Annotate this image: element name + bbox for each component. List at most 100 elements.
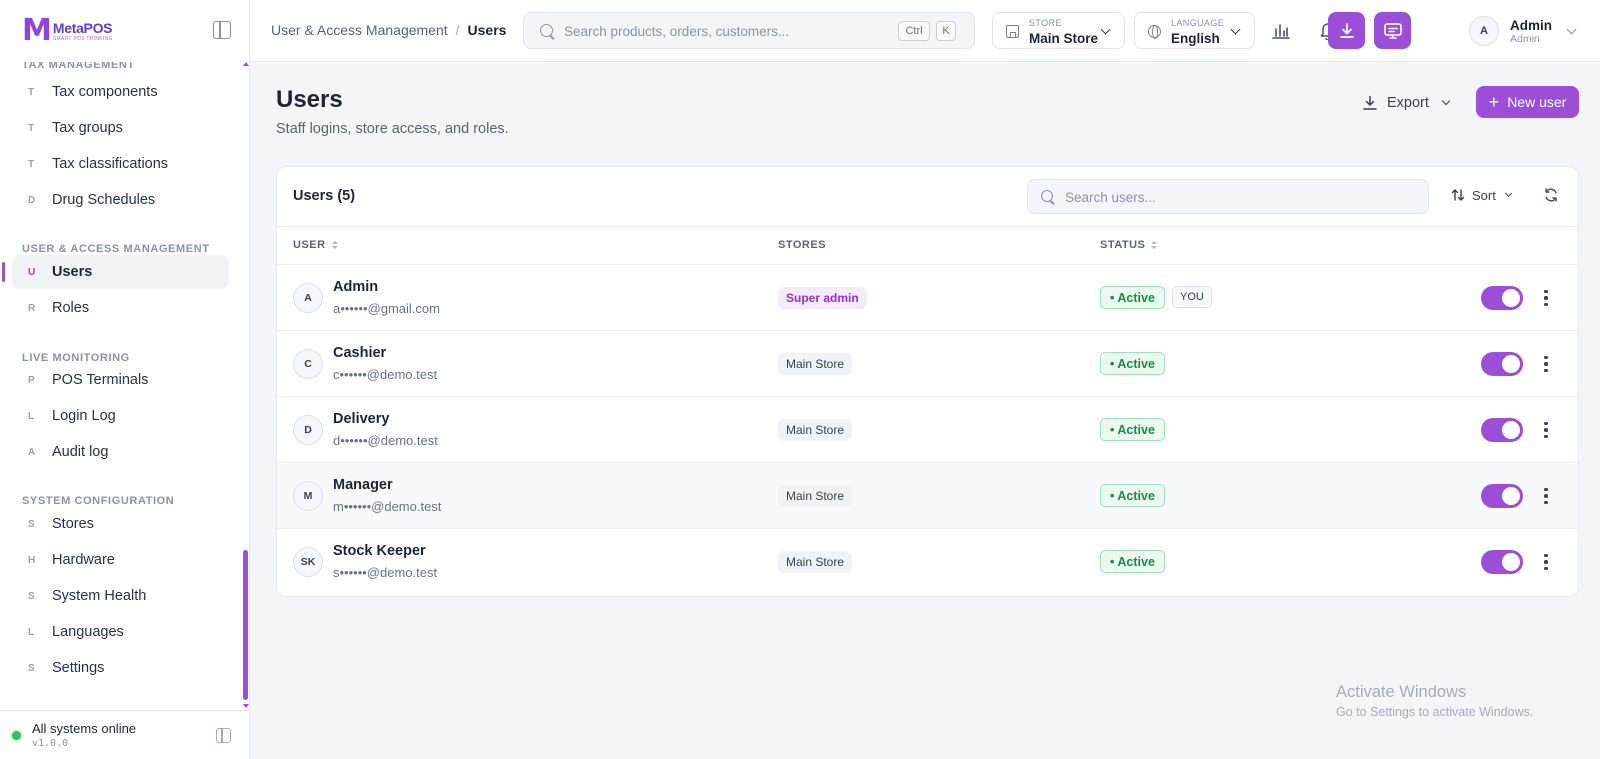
avatar: A bbox=[293, 283, 323, 313]
refresh-button[interactable] bbox=[1539, 183, 1563, 207]
chevron-down-icon bbox=[1100, 24, 1111, 35]
user-enabled-toggle[interactable] bbox=[1481, 418, 1523, 442]
footer-collapse-icon[interactable] bbox=[216, 728, 231, 743]
sort-icon bbox=[331, 241, 338, 249]
sidebar-item-label: Login Log bbox=[52, 408, 116, 424]
sidebar-item-label: System Health bbox=[52, 588, 147, 604]
watermark-title: Activate Windows bbox=[1336, 683, 1467, 701]
sidebar-item-roles[interactable]: R Roles bbox=[12, 291, 229, 325]
scroll-up-icon[interactable] bbox=[243, 62, 249, 66]
breadcrumb-separator: / bbox=[455, 22, 460, 38]
language-picker-value: English bbox=[1171, 31, 1220, 46]
store-badge: Main Store bbox=[778, 353, 853, 375]
table-row[interactable]: SK Stock Keeper s••••••@demo.test Main S… bbox=[277, 529, 1578, 595]
global-search-input[interactable] bbox=[564, 21, 884, 41]
chevron-down-icon bbox=[1230, 24, 1241, 35]
sidebar-item-stores[interactable]: S Stores bbox=[12, 507, 229, 541]
nav-letter-icon: T bbox=[28, 122, 35, 134]
sidebar-item-tax-classifications[interactable]: T Tax classifications bbox=[12, 147, 229, 181]
column-header-user[interactable]: USER bbox=[293, 239, 338, 251]
sidebar-item-system-health[interactable]: S System Health bbox=[12, 579, 229, 613]
sidebar-item-audit-log[interactable]: A Audit log bbox=[12, 435, 229, 469]
windows-activation-watermark: Activate Windows Go to Settings to activ… bbox=[1336, 683, 1533, 719]
section-tax-management: TAX MANAGEMENT bbox=[22, 62, 135, 71]
user-enabled-toggle[interactable] bbox=[1481, 352, 1523, 376]
section-system-configuration: SYSTEM CONFIGURATION bbox=[22, 495, 175, 507]
user-email: m••••••@demo.test bbox=[333, 499, 442, 514]
sidebar-item-pos-terminals[interactable]: P POS Terminals bbox=[12, 363, 229, 397]
sidebar-item-label: Audit log bbox=[52, 444, 109, 460]
analytics-button[interactable] bbox=[1262, 12, 1299, 49]
more-options-icon[interactable] bbox=[1539, 353, 1553, 375]
store-picker-caption: STORE bbox=[1029, 18, 1062, 28]
sidebar-item-users[interactable]: U Users bbox=[12, 255, 229, 289]
sidebar-item-settings[interactable]: S Settings bbox=[12, 651, 229, 685]
breadcrumb-parent[interactable]: User & Access Management bbox=[271, 22, 448, 38]
status-dot-icon bbox=[12, 730, 21, 740]
nav-letter-icon: R bbox=[28, 302, 36, 314]
more-options-icon[interactable] bbox=[1539, 551, 1553, 573]
logo-mark: M bbox=[22, 13, 52, 48]
status-badge: • Active bbox=[1100, 550, 1165, 573]
avatar: SK bbox=[293, 547, 323, 577]
user-role: Admin bbox=[1510, 32, 1540, 45]
sidebar-item-hardware[interactable]: H Hardware bbox=[12, 543, 229, 577]
sidebar-collapse-icon[interactable] bbox=[213, 21, 231, 39]
shortcut-k-key: K bbox=[936, 21, 956, 41]
status-badge: • Active bbox=[1100, 352, 1165, 375]
sidebar-scrollbar[interactable] bbox=[243, 62, 249, 710]
sidebar: M MetaPOS SMART POS THINKING TAX MANAGEM… bbox=[0, 0, 250, 759]
sidebar-item-label: Tax classifications bbox=[52, 156, 169, 172]
scrollbar-thumb[interactable] bbox=[243, 550, 248, 700]
sidebar-item-label: Users bbox=[52, 264, 93, 280]
user-name: Cashier bbox=[333, 345, 387, 361]
more-options-icon[interactable] bbox=[1539, 287, 1553, 309]
user-menu[interactable]: A Admin Admin bbox=[1469, 14, 1577, 48]
nav-letter-icon: T bbox=[28, 158, 35, 170]
top-header: User & Access Management / Users Ctrl K … bbox=[250, 0, 1600, 62]
more-options-icon[interactable] bbox=[1539, 485, 1553, 507]
table-row[interactable]: C Cashier c••••••@demo.test Main Store •… bbox=[277, 331, 1578, 397]
pos-terminal-button[interactable] bbox=[1374, 12, 1411, 49]
store-badge: Super admin bbox=[778, 287, 867, 309]
table-row[interactable]: A Admin a••••••@gmail.com Super admin • … bbox=[277, 265, 1578, 331]
user-search-input[interactable] bbox=[1065, 188, 1405, 206]
download-icon bbox=[1363, 95, 1377, 110]
nav-letter-icon: L bbox=[28, 410, 35, 422]
logo-tagline: SMART POS THINKING bbox=[52, 36, 113, 42]
table-row[interactable]: D Delivery d••••••@demo.test Main Store … bbox=[277, 397, 1578, 463]
search-icon bbox=[1041, 190, 1053, 202]
nav-letter-icon: U bbox=[28, 266, 36, 278]
status-badge: • Active bbox=[1100, 286, 1165, 309]
sidebar-item-login-log[interactable]: L Login Log bbox=[12, 399, 229, 433]
breadcrumb: User & Access Management / Users bbox=[271, 22, 506, 38]
user-enabled-toggle[interactable] bbox=[1481, 286, 1523, 310]
table-header: USER STORES STATUS bbox=[277, 226, 1578, 265]
sidebar-item-drug-schedules[interactable]: D Drug Schedules bbox=[12, 183, 229, 217]
sidebar-item-languages[interactable]: L Languages bbox=[12, 615, 229, 649]
system-status-text: All systems online bbox=[32, 721, 137, 736]
export-button[interactable]: Export bbox=[1362, 88, 1451, 118]
sort-icon bbox=[1151, 241, 1158, 249]
shortcut-ctrl-key: Ctrl bbox=[898, 21, 930, 41]
user-search[interactable] bbox=[1027, 179, 1429, 214]
table-row[interactable]: M Manager m••••••@demo.test Main Store •… bbox=[277, 463, 1578, 529]
new-user-button[interactable]: + New user bbox=[1476, 86, 1579, 118]
active-indicator bbox=[2, 262, 5, 282]
sort-button[interactable]: Sort bbox=[1451, 183, 1512, 207]
sidebar-item-tax-groups[interactable]: T Tax groups bbox=[12, 111, 229, 145]
global-search[interactable]: Ctrl K bbox=[523, 12, 975, 49]
avatar: A bbox=[1469, 16, 1499, 46]
user-enabled-toggle[interactable] bbox=[1481, 550, 1523, 574]
download-button[interactable] bbox=[1328, 12, 1365, 49]
download-icon bbox=[1339, 22, 1354, 38]
logo[interactable]: M MetaPOS SMART POS THINKING bbox=[0, 0, 249, 62]
scroll-down-icon[interactable] bbox=[243, 704, 249, 708]
column-header-status[interactable]: STATUS bbox=[1100, 239, 1158, 251]
sidebar-item-tax-components[interactable]: T Tax components bbox=[12, 75, 229, 109]
user-enabled-toggle[interactable] bbox=[1481, 484, 1523, 508]
language-picker[interactable]: LANGUAGE English bbox=[1134, 12, 1255, 49]
pos-monitor-icon bbox=[1383, 22, 1402, 39]
store-picker[interactable]: STORE Main Store bbox=[992, 12, 1125, 49]
more-options-icon[interactable] bbox=[1539, 419, 1553, 441]
